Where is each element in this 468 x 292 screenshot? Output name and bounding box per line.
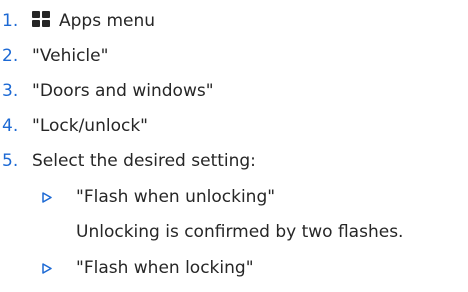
step-number: 1. bbox=[2, 11, 19, 31]
step-text: "Vehicle" bbox=[32, 46, 109, 66]
step-number: 5. bbox=[2, 151, 19, 171]
step-number: 2. bbox=[2, 46, 19, 66]
step-text: Apps menu bbox=[59, 11, 156, 31]
option-description-text: Unlocking is confirmed by two flashes. bbox=[76, 222, 404, 242]
option-label: "Flash when locking" bbox=[76, 258, 254, 278]
apps-grid-icon bbox=[32, 11, 51, 28]
step-number: 4. bbox=[2, 116, 19, 136]
step-text: "Doors and windows" bbox=[32, 81, 214, 101]
option-label: "Flash when unlocking" bbox=[76, 187, 276, 207]
step-number: 3. bbox=[2, 81, 19, 101]
step-text: Select the desired setting: bbox=[32, 151, 256, 171]
step-text: "Lock/unlock" bbox=[32, 116, 148, 136]
